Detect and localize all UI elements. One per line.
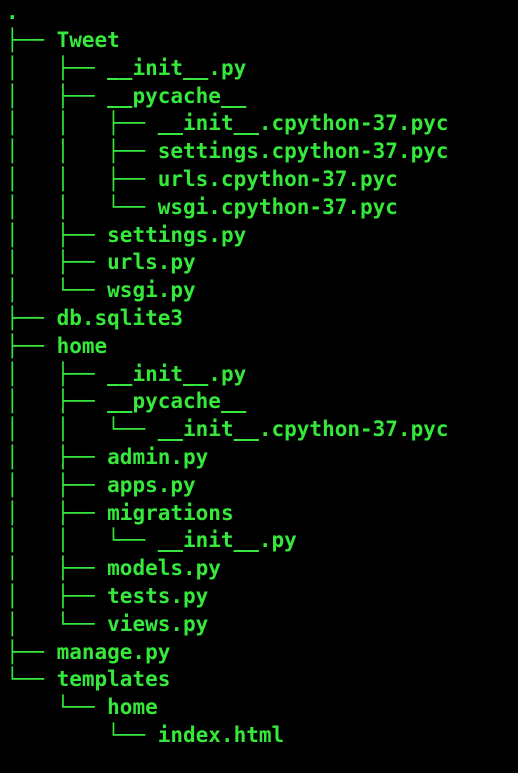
tree-row: │ ├── __init__.py <box>6 360 246 388</box>
tree-entry-name: apps.py <box>107 472 196 497</box>
tree-entry-name: views.py <box>107 611 209 636</box>
terminal-window: . ├── Tweet │ ├── __init__.py │ ├── __pyca… <box>0 0 518 773</box>
tree-branch-lines: │ │ └── <box>6 528 158 553</box>
tree-entry-name: __pycache__ <box>107 389 247 414</box>
tree-row: │ ├── admin.py <box>6 443 208 471</box>
tree-branch-lines: └── <box>6 695 108 720</box>
tree-row: │ ├── settings.py <box>6 221 246 249</box>
tree-branch-lines: │ ├── <box>6 445 108 469</box>
tree-branch-lines: │ │ ├── <box>6 139 158 164</box>
tree-row: │ ├── __pycache__ <box>6 82 246 110</box>
tree-row: │ │ ├── settings.cpython-37.pyc <box>6 137 449 165</box>
tree-entry-name: __init__.py <box>107 55 247 80</box>
tree-branch-lines: │ ├── <box>6 250 108 275</box>
tree-branch-lines: │ │ ├── <box>6 111 158 136</box>
tree-entry-name: __pycache__ <box>107 83 247 108</box>
tree-branch-lines: │ │ ├── <box>6 167 158 191</box>
tree-row: │ │ ├── __init__.cpython-37.pyc <box>6 109 449 137</box>
tree-row: │ │ ├── urls.cpython-37.pyc <box>6 165 398 193</box>
tree-entry-name: manage.py <box>56 639 171 664</box>
tree-row: │ │ └── __init__.cpython-37.pyc <box>6 415 449 443</box>
tree-row: │ ├── tests.py <box>6 582 208 610</box>
tree-row: │ │ └── __init__.py <box>6 526 297 554</box>
tree-row: └── templates <box>6 665 170 693</box>
tree-row: │ ├── migrations <box>6 499 234 527</box>
tree-entry-name: tests.py <box>107 584 209 608</box>
tree-branch-lines: │ └── <box>6 278 108 303</box>
tree-row: │ ├── apps.py <box>6 471 196 499</box>
tree-branch-lines: │ ├── <box>6 500 108 525</box>
tree-entry-name: urls.py <box>107 250 196 275</box>
tree-entry-name: __init__.cpython-37.pyc <box>157 417 449 442</box>
tree-row: │ │ └── wsgi.cpython-37.pyc <box>6 193 398 221</box>
tree-row: ├── db.sqlite3 <box>6 304 183 332</box>
tree-row: ├── Tweet <box>6 26 120 54</box>
tree-entry-name: __init__.py <box>107 361 247 386</box>
tree-entry-name: __init__.cpython-37.pyc <box>157 111 449 136</box>
tree-entry-name: settings.cpython-37.pyc <box>157 139 449 164</box>
tree-entry-name: settings.py <box>107 222 247 247</box>
tree-entry-name: db.sqlite3 <box>56 306 184 330</box>
tree-entry-name: wsgi.cpython-37.pyc <box>157 194 398 219</box>
tree-branch-lines: │ ├── <box>6 472 108 497</box>
tree-entry-name: admin.py <box>107 445 209 469</box>
tree-branch-lines: │ ├── <box>6 55 108 80</box>
tree-row: └── index.html <box>6 721 284 749</box>
tree-row: │ ├── __init__.py <box>6 54 246 82</box>
tree-entry-name: home <box>107 695 158 720</box>
tree-branch-lines: │ ├── <box>6 222 108 247</box>
tree-branch-lines: │ └── <box>6 611 108 636</box>
tree-root: . <box>6 0 19 24</box>
tree-branch-lines: │ ├── <box>6 584 108 608</box>
tree-branch-lines: ├── <box>6 333 57 358</box>
tree-branch-lines: │ ├── <box>6 361 108 386</box>
tree-row: ├── manage.py <box>6 638 170 666</box>
tree-entry-name: __init__.py <box>157 528 297 553</box>
tree-branch-lines: │ ├── <box>6 389 108 414</box>
tree-entry-name: wsgi.py <box>107 278 196 303</box>
tree-entry-name: models.py <box>107 556 221 581</box>
tree-branch-lines: ├── <box>6 28 57 52</box>
tree-entry-name: migrations <box>107 500 234 525</box>
tree-branch-lines: ├── <box>6 306 57 330</box>
tree-branch-lines: │ ├── <box>6 83 108 108</box>
tree-branch-lines: │ │ └── <box>6 417 158 442</box>
tree-entry-name: urls.cpython-37.pyc <box>157 167 398 191</box>
tree-row: │ ├── urls.py <box>6 248 196 276</box>
tree-row: │ └── views.py <box>6 610 208 638</box>
tree-branch-lines: └── <box>6 667 57 692</box>
tree-entry-name: home <box>56 333 108 358</box>
tree-entry-name: index.html <box>157 723 285 747</box>
tree-row: └── home <box>6 693 158 721</box>
tree-branch-lines: └── <box>6 723 158 747</box>
tree-branch-lines: │ ├── <box>6 556 108 581</box>
tree-branch-lines: │ │ └── <box>6 194 158 219</box>
tree-branch-lines: ├── <box>6 639 57 664</box>
tree-entry-name: Tweet <box>56 28 120 52</box>
tree-row: │ ├── __pycache__ <box>6 387 246 415</box>
tree-entry-name: templates <box>56 667 171 692</box>
tree-row: ├── home <box>6 332 107 360</box>
tree-row: │ └── wsgi.py <box>6 276 196 304</box>
tree-row: │ ├── models.py <box>6 554 221 582</box>
